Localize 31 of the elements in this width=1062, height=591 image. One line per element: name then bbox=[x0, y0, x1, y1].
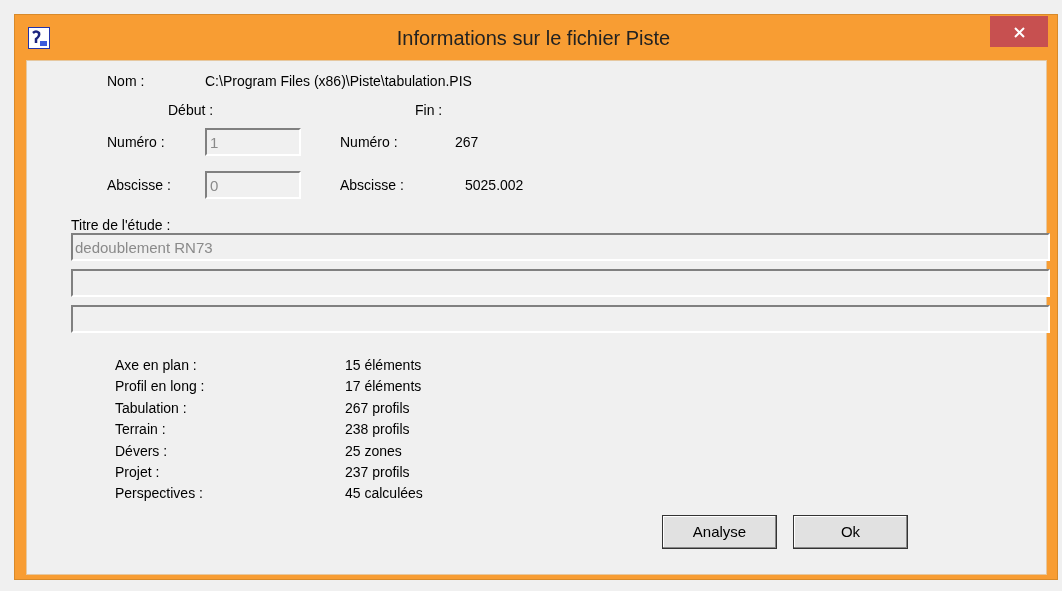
field-label: Numéro : bbox=[340, 132, 399, 152]
stat-label: Terrain : bbox=[115, 420, 167, 440]
close-icon bbox=[1013, 26, 1025, 38]
stat-value: 45 calculées bbox=[345, 484, 423, 504]
field-label: Numéro : bbox=[107, 132, 166, 152]
app-icon bbox=[28, 26, 50, 49]
field-value: 267 bbox=[455, 132, 479, 152]
field-label: Nom : bbox=[107, 72, 146, 91]
section-heading: Fin : bbox=[415, 101, 443, 120]
window-title: Informations sur le fichier Piste bbox=[395, 25, 672, 51]
section-heading: Début : bbox=[168, 101, 215, 120]
stat-value: 267 profils bbox=[345, 398, 410, 418]
stat-label: Tabulation : bbox=[115, 398, 188, 418]
stat-label: Profil en long : bbox=[115, 377, 206, 397]
stat-value: 238 profils bbox=[345, 420, 410, 440]
dialog-button[interactable]: Ok bbox=[793, 514, 908, 549]
stat-value: 17 éléments bbox=[345, 377, 422, 397]
dialog-button[interactable]: Analyse bbox=[662, 514, 777, 549]
stat-label: Axe en plan : bbox=[115, 356, 198, 375]
close-button[interactable] bbox=[990, 16, 1048, 47]
stat-label: Projet : bbox=[115, 463, 161, 483]
stat-value: 237 profils bbox=[345, 463, 410, 483]
field-value: 5025.002 bbox=[465, 175, 524, 195]
file-path: C:\Program Files (x86)\Piste\tabulation.PIS bbox=[205, 72, 472, 91]
field-label: Titre de l'étude : bbox=[71, 217, 172, 233]
stat-label: Perspectives : bbox=[115, 484, 204, 504]
stat-value: 25 zones bbox=[345, 441, 402, 461]
stat-value: 15 éléments bbox=[345, 356, 422, 375]
stat-label: Dévers : bbox=[115, 441, 169, 461]
field-label: Abscisse : bbox=[107, 175, 172, 195]
field-label: Abscisse : bbox=[340, 175, 405, 195]
